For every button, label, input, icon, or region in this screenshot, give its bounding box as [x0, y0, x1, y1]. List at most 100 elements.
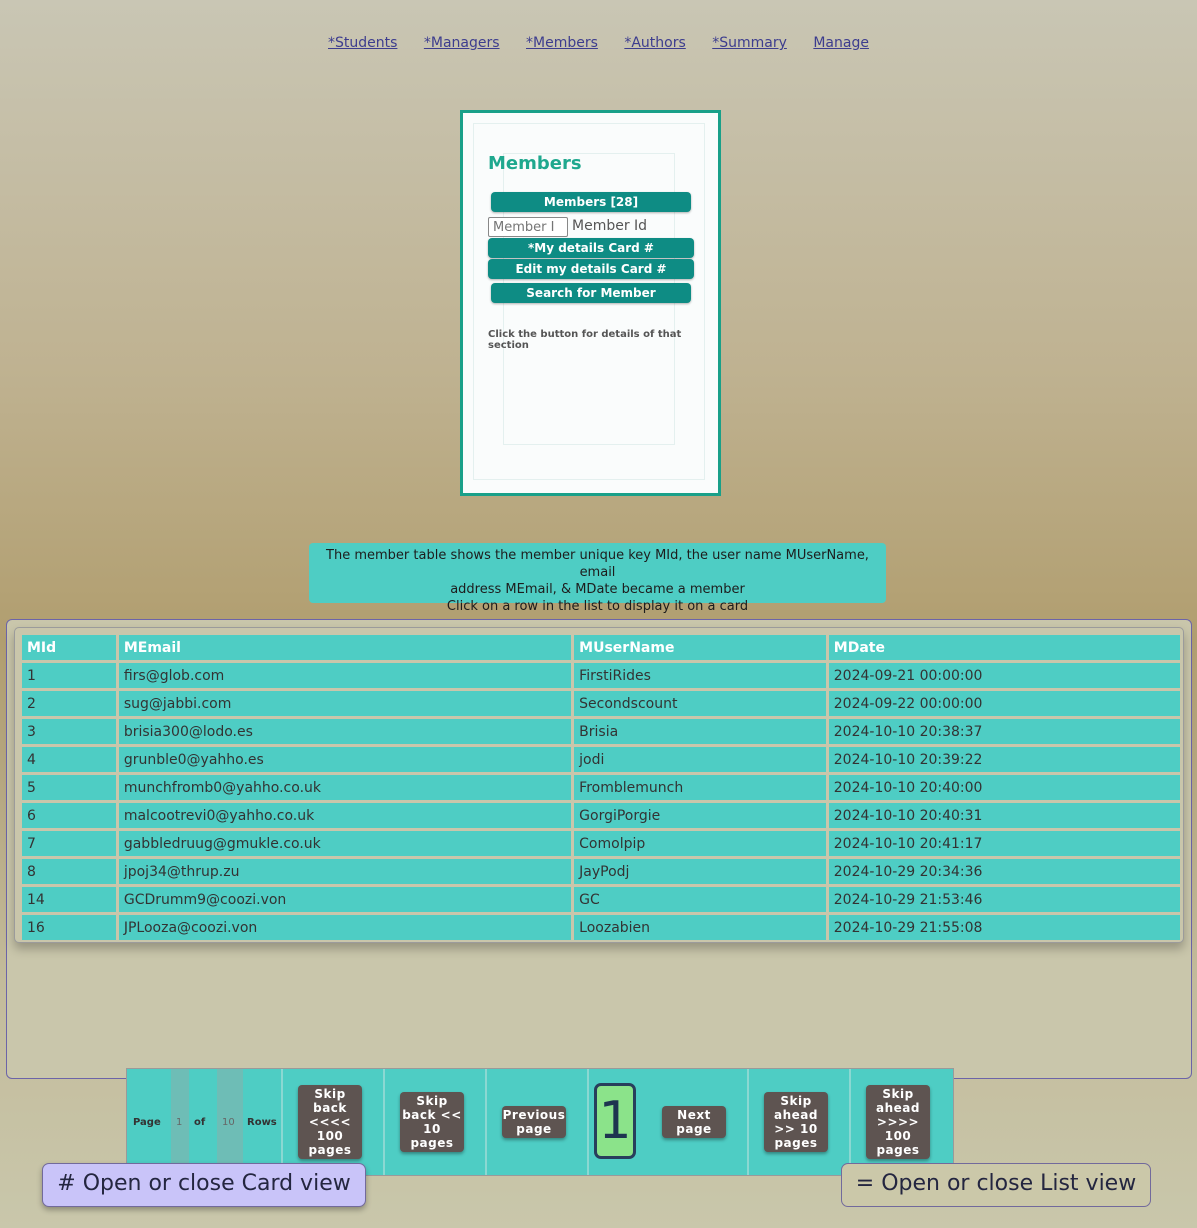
- cell-musername: GorgiPorgie: [574, 803, 826, 828]
- cell-mid: 7: [22, 831, 116, 856]
- edit-my-details-button[interactable]: Edit my details Card #: [488, 259, 694, 279]
- card-title: Members: [488, 153, 582, 174]
- cell-memail: firs@glob.com: [118, 663, 572, 688]
- pager-rows-label: Rows: [247, 1117, 277, 1128]
- cell-mid: 16: [22, 915, 116, 940]
- pager-page-value-cell: 1: [171, 1069, 189, 1175]
- nav-members-link[interactable]: *Members: [526, 35, 598, 51]
- cell-mdate: 2024-10-29 20:34:36: [828, 859, 1180, 884]
- header-mid[interactable]: MId: [22, 635, 116, 660]
- header-musername[interactable]: MUserName: [574, 635, 826, 660]
- description-line-1: The member table shows the member unique…: [326, 548, 869, 580]
- table-row[interactable]: 6 malcootrevi0@yahho.co.uk GorgiPorgie 2024…: [22, 803, 1180, 828]
- next-page-button[interactable]: Next page: [662, 1106, 726, 1138]
- skip-back-100-button[interactable]: Skip back <<<< 100 pages: [298, 1085, 362, 1159]
- pager-page-cell: Page: [129, 1069, 163, 1175]
- cell-memail: munchfromb0@yahho.co.uk: [118, 775, 572, 800]
- cell-musername: JayPodj: [574, 859, 826, 884]
- members-table-container: MId MEmail MUserName MDate 1 firs@glob.co…: [14, 627, 1184, 943]
- cell-musername: GC: [574, 887, 826, 912]
- cell-musername: Fromblemunch: [574, 775, 826, 800]
- pager-cell-skip-ahead-10: Skip ahead >> 10 pages: [749, 1069, 851, 1175]
- pager-cell-skip-ahead-100: Skip ahead >>>> 100 pages: [851, 1069, 951, 1175]
- nav-managers-link[interactable]: *Managers: [424, 35, 500, 51]
- table-description: The member table shows the member unique…: [309, 543, 886, 614]
- members-card: Members Members [28] Member Id *My detai…: [460, 110, 721, 496]
- cell-mdate: 2024-09-22 00:00:00: [828, 691, 1180, 716]
- cell-mid: 4: [22, 747, 116, 772]
- nav-authors-link[interactable]: *Authors: [624, 35, 685, 51]
- cell-mdate: 2024-10-10 20:41:17: [828, 831, 1180, 856]
- cell-memail: JPLooza@coozi.von: [118, 915, 572, 940]
- cell-memail: brisia300@lodo.es: [118, 719, 572, 744]
- header-memail[interactable]: MEmail: [118, 635, 572, 660]
- table-row[interactable]: 14 GCDrumm9@coozi.von GC 2024-10-29 21:53:4…: [22, 887, 1180, 912]
- skip-ahead-100-button[interactable]: Skip ahead >>>> 100 pages: [866, 1085, 930, 1159]
- member-id-input[interactable]: [488, 217, 568, 237]
- cell-mid: 2: [22, 691, 116, 716]
- cell-musername: FirstiRides: [574, 663, 826, 688]
- cell-memail: malcootrevi0@yahho.co.uk: [118, 803, 572, 828]
- members-count-button[interactable]: Members [28]: [491, 192, 691, 212]
- cell-mdate: 2024-09-21 00:00:00: [828, 663, 1180, 688]
- cell-memail: grunble0@yahho.es: [118, 747, 572, 772]
- cell-mid: 14: [22, 887, 116, 912]
- table-row[interactable]: 16 JPLooza@coozi.von Loozabien 2024-10-29 2…: [22, 915, 1180, 940]
- nav-students-link[interactable]: *Students: [328, 35, 397, 51]
- table-row[interactable]: 2 sug@jabbi.com Secondscount 2024-09-22 00:…: [22, 691, 1180, 716]
- cell-mdate: 2024-10-29 21:53:46: [828, 887, 1180, 912]
- pagination-bar: Page 1 of 10 Rows Skip back <<<< 100 pag…: [126, 1068, 954, 1176]
- cell-musername: jodi: [574, 747, 826, 772]
- pager-cell-next: Next page: [647, 1069, 749, 1175]
- card-hint-text: Click the button for details of that sec…: [488, 329, 682, 351]
- cell-musername: Loozabien: [574, 915, 826, 940]
- pager-total-value: 10: [222, 1117, 235, 1128]
- top-navigation: *Students *Managers *Members *Authors *S…: [0, 35, 1197, 51]
- pager-page-label: Page: [133, 1117, 161, 1128]
- cell-musername: Secondscount: [574, 691, 826, 716]
- pager-cell-previous: Previous page: [487, 1069, 589, 1175]
- pager-rows-cell: Rows: [243, 1069, 283, 1175]
- table-row[interactable]: 1 firs@glob.com FirstiRides 2024-09-21 00:0…: [22, 663, 1180, 688]
- cell-musername: Brisia: [574, 719, 826, 744]
- description-line-3: Click on a row in the list to display it…: [446, 599, 749, 614]
- toggle-list-view-button[interactable]: = Open or close List view: [841, 1163, 1151, 1207]
- current-page-indicator[interactable]: 1: [594, 1083, 636, 1159]
- cell-mid: 8: [22, 859, 116, 884]
- table-row[interactable]: 3 brisia300@lodo.es Brisia 2024-10-10 20:38…: [22, 719, 1180, 744]
- table-row[interactable]: 5 munchfromb0@yahho.co.uk Fromblemunch 2024…: [22, 775, 1180, 800]
- cell-mdate: 2024-10-10 20:40:31: [828, 803, 1180, 828]
- skip-ahead-10-button[interactable]: Skip ahead >> 10 pages: [764, 1092, 828, 1152]
- cell-mdate: 2024-10-10 20:40:00: [828, 775, 1180, 800]
- cell-memail: sug@jabbi.com: [118, 691, 572, 716]
- cell-mdate: 2024-10-10 20:39:22: [828, 747, 1180, 772]
- skip-back-10-button[interactable]: Skip back << 10 pages: [400, 1092, 464, 1152]
- cell-mid: 5: [22, 775, 116, 800]
- cell-mdate: 2024-10-29 21:55:08: [828, 915, 1180, 940]
- toggle-card-view-button[interactable]: # Open or close Card view: [42, 1163, 366, 1207]
- cell-mid: 1: [22, 663, 116, 688]
- table-header-row: MId MEmail MUserName MDate: [22, 635, 1180, 660]
- cell-memail: gabbledruug@gmukle.co.uk: [118, 831, 572, 856]
- nav-manage-link[interactable]: Manage: [813, 35, 869, 51]
- members-table: MId MEmail MUserName MDate 1 firs@glob.co…: [19, 632, 1183, 943]
- table-row[interactable]: 4 grunble0@yahho.es jodi 2024-10-10 20:39:2…: [22, 747, 1180, 772]
- pager-cell-skip-back-10: Skip back << 10 pages: [385, 1069, 487, 1175]
- cell-musername: Comolpip: [574, 831, 826, 856]
- cell-mdate: 2024-10-10 20:38:37: [828, 719, 1180, 744]
- pager-of-label: of: [194, 1117, 206, 1128]
- table-row[interactable]: 7 gabbledruug@gmukle.co.uk Comolpip 2024-10…: [22, 831, 1180, 856]
- pager-cell-skip-back-100: Skip back <<<< 100 pages: [283, 1069, 385, 1175]
- cell-memail: jpoj34@thrup.zu: [118, 859, 572, 884]
- nav-summary-link[interactable]: *Summary: [712, 35, 787, 51]
- description-line-2: address MEmail, & MDate became a member: [450, 582, 745, 597]
- cell-memail: GCDrumm9@coozi.von: [118, 887, 572, 912]
- search-member-button[interactable]: Search for Member: [491, 283, 691, 303]
- table-row[interactable]: 8 jpoj34@thrup.zu JayPodj 2024-10-29 20:34:…: [22, 859, 1180, 884]
- cell-mid: 6: [22, 803, 116, 828]
- header-mdate[interactable]: MDate: [828, 635, 1180, 660]
- my-details-card-button[interactable]: *My details Card #: [488, 238, 694, 258]
- pager-of-cell: of: [189, 1069, 211, 1175]
- list-view-panel: MId MEmail MUserName MDate 1 firs@glob.co…: [6, 619, 1192, 1079]
- previous-page-button[interactable]: Previous page: [502, 1106, 566, 1138]
